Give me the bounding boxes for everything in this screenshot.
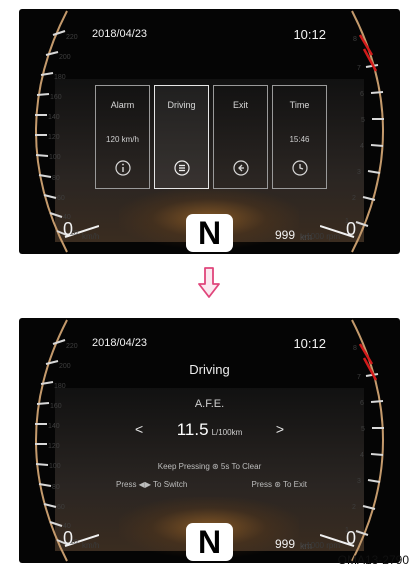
clear-instruction: Keep Pressing ⊛ 5s To Clear (157, 462, 262, 471)
speed-tick-label: 180 (54, 383, 66, 390)
list-icon (174, 160, 190, 176)
transition-down-arrow-icon (198, 267, 220, 298)
rpm-tick-label: 4 (360, 143, 364, 150)
date-display: 2018/04/23 (92, 28, 148, 40)
rpm-zero-label: 0 (345, 219, 356, 239)
rpm-tick-label: 3 (357, 478, 361, 485)
speed-zero-label: 0 (63, 528, 74, 548)
cluster-display-driving: 220 200 180 160 140 120 100 80 60 40 20 … (19, 318, 400, 563)
menu-card-value: 15:46 (289, 135, 310, 144)
speed-tick-label: 120 (48, 443, 60, 450)
speed-tick-label: 140 (48, 114, 60, 121)
clock-icon (292, 160, 308, 176)
info-icon (115, 160, 131, 176)
clock-display: 10:12 (293, 336, 326, 351)
rpm-tick-label: 3 (357, 169, 361, 176)
speed-tick-label: 120 (48, 134, 60, 141)
speed-unit-label: km/h (82, 232, 100, 241)
menu-card-exit[interactable]: Exit (213, 85, 268, 189)
cluster-display-menu: 220 200 180 160 140 120 100 80 60 40 20 … (19, 9, 400, 254)
speed-tick-label: 60 (57, 195, 65, 202)
rpm-zero-label: 0 (345, 528, 356, 548)
speedometer-gauge: 220 200 180 160 140 120 100 80 60 40 20 (35, 319, 99, 562)
clock-display: 10:12 (293, 27, 326, 42)
speed-tick-label: 200 (59, 54, 71, 61)
speed-tick-label: 80 (52, 175, 60, 182)
speed-tick-label: 100 (49, 154, 61, 161)
menu-card-driving[interactable]: Driving (154, 85, 209, 189)
rpm-unit-label: x1000 rpm (302, 541, 340, 550)
speed-tick-label: 60 (57, 504, 65, 511)
figure-caption: OMA13-2790 (337, 553, 409, 567)
rpm-tick-label: 8 (353, 345, 357, 352)
rpm-tick-label: 6 (360, 91, 364, 98)
switch-instruction: Press ◀▶ To Switch (116, 480, 188, 489)
rpm-tick-label: 5 (361, 117, 365, 124)
speedometer-gauge: 220 200 180 160 140 120 100 80 60 40 20 (35, 10, 99, 253)
rpm-tick-label: 7 (357, 65, 361, 72)
odometer-value: 999 (275, 228, 296, 242)
menu-card-title: Time (289, 100, 310, 110)
rpm-tick-label: 4 (360, 452, 364, 459)
back-icon (233, 160, 249, 176)
rpm-tick-label: 2 (352, 504, 356, 511)
rpm-tick-label: 8 (353, 36, 357, 43)
date-display: 2018/04/23 (92, 337, 148, 349)
speed-tick-label: 80 (52, 484, 60, 491)
rpm-tick-label: 2 (352, 195, 356, 202)
menu-card-title: Exit (232, 100, 248, 110)
speed-tick-label: 180 (54, 74, 66, 81)
gear-indicator: N (186, 523, 233, 561)
menu-card-value: 120 km/h (106, 135, 139, 144)
rpm-unit-label: x1000 rpm (302, 232, 340, 241)
menu-card-title: Driving (167, 100, 196, 110)
metric-value-row: 11.5 L/100km (19, 420, 400, 440)
speed-tick-label: 220 (66, 343, 78, 350)
metric-value: 11.5 (176, 420, 209, 439)
menu-card-time[interactable]: Time 15:46 (272, 85, 327, 189)
menu-card-alarm[interactable]: Alarm 120 km/h (95, 85, 150, 189)
metric-unit: L/100km (211, 428, 243, 437)
odometer-value: 999 (275, 537, 296, 551)
speed-unit-label: km/h (82, 541, 100, 550)
menu-card-title: Alarm (110, 100, 135, 110)
speed-tick-label: 160 (50, 94, 62, 101)
speed-tick-label: 220 (66, 34, 78, 41)
gear-indicator: N (186, 214, 233, 252)
metric-label: A.F.E. (194, 398, 225, 410)
speed-zero-label: 0 (63, 219, 74, 239)
tachometer-gauge: 8 7 6 5 4 3 2 1 (320, 319, 384, 562)
next-metric-arrow[interactable]: > (276, 421, 284, 437)
tachometer-gauge: 8 7 6 5 4 3 2 1 (320, 10, 384, 253)
exit-instruction: Press ⊛ To Exit (251, 480, 307, 489)
driving-screen-title: Driving (189, 362, 230, 377)
